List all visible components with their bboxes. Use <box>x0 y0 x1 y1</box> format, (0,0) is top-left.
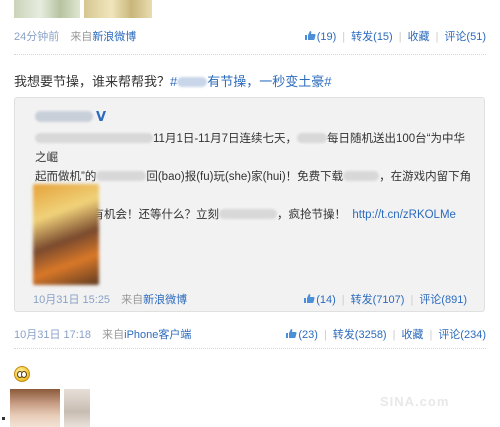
next-post-photo[interactable] <box>10 389 60 427</box>
short-link[interactable]: http://t.cn/zRKOLMe <box>352 209 456 221</box>
thumb-up-icon <box>286 329 297 338</box>
topic-tag-link[interactable]: # 有节操，一秒变土豪# <box>170 74 331 89</box>
like-button[interactable]: (23) <box>285 329 318 341</box>
redacted-text <box>343 171 380 181</box>
favorite-button[interactable]: 收藏 <box>408 31 430 43</box>
post-body: 我想要节操，谁来帮帮我？ <box>14 74 171 89</box>
comment-button[interactable]: 评论(891) <box>419 294 467 306</box>
redacted-text <box>177 77 208 87</box>
redacted-text <box>219 209 277 219</box>
like-count: (19) <box>316 31 337 43</box>
redacted-text <box>297 133 327 143</box>
repost-button[interactable]: 转发(3258) <box>333 329 387 341</box>
like-button[interactable]: (19) <box>304 31 337 43</box>
post-meta: 10月31日 17:18 来自iPhone客户端 (23) | 转发(3258) | 收… <box>14 327 486 343</box>
quoted-post-image[interactable] <box>33 184 99 285</box>
previous-post-meta: 24分钟前 来自新浪微博 (19) | 转发(15) | 收藏 | 评论(51) <box>14 29 486 45</box>
redacted-text <box>35 133 153 143</box>
verified-badge-icon: V <box>96 110 107 125</box>
repost-button[interactable]: 转发(15) <box>351 31 393 43</box>
post-time-link[interactable]: 10月31日 17:18 <box>14 329 91 341</box>
quoted-post-body: 11月1日-11月7日连续七天， 每日随机送出100台“为中华之崛 起而做机”的回… <box>35 133 472 221</box>
emoji-face-icon <box>14 366 30 382</box>
list-bullet <box>2 417 5 420</box>
from-label: 来自 <box>102 329 125 341</box>
like-count: (14) <box>316 294 336 306</box>
divider <box>14 54 486 55</box>
thumb-up-icon <box>304 31 316 40</box>
source-link[interactable]: 新浪微博 <box>92 31 136 43</box>
action-bar: (14) | 转发(7107) | 评论(891) <box>303 292 467 308</box>
repost-button[interactable]: 转发(7107) <box>351 294 405 306</box>
watermark: SINA.com <box>380 394 450 409</box>
action-bar: (23) | 转发(3258) | 收藏 | 评论(234) <box>285 327 486 343</box>
quoted-post-meta: 10月31日 15:25 来自新浪微博 (14) | 转发(7107) | 评论(891… <box>33 292 467 308</box>
like-count: (23) <box>298 329 318 341</box>
from-label: 来自 <box>121 294 144 306</box>
favorite-button[interactable]: 收藏 <box>401 329 423 341</box>
post-time-link[interactable]: 24分钟前 <box>14 31 59 43</box>
quoted-author[interactable]: V <box>35 110 106 125</box>
action-bar: (19) | 转发(15) | 收藏 | 评论(51) <box>304 29 486 45</box>
comment-button[interactable]: 评论(51) <box>444 31 486 43</box>
like-button[interactable]: (14) <box>303 294 336 306</box>
post-time-link[interactable]: 10月31日 15:25 <box>33 294 110 306</box>
next-post-photo[interactable] <box>64 389 90 427</box>
source-link[interactable]: 新浪微博 <box>143 294 187 306</box>
source-link[interactable]: iPhone客户端 <box>124 329 191 341</box>
post-text: 我想要节操，谁来帮帮我？# 有节操，一秒变土豪# <box>14 71 332 90</box>
quoted-post: V 11月1日-11月7日连续七天， 每日随机送出100台“为中华之崛 起而做机”… <box>14 97 485 312</box>
thumb-up-icon <box>304 294 315 303</box>
divider <box>14 348 486 349</box>
previous-post-image[interactable] <box>84 0 152 18</box>
previous-post-image[interactable] <box>14 0 80 18</box>
redacted-author-name <box>35 111 93 122</box>
comment-button[interactable]: 评论(234) <box>438 329 486 341</box>
redacted-text <box>96 171 147 181</box>
from-label: 来自 <box>70 31 93 43</box>
